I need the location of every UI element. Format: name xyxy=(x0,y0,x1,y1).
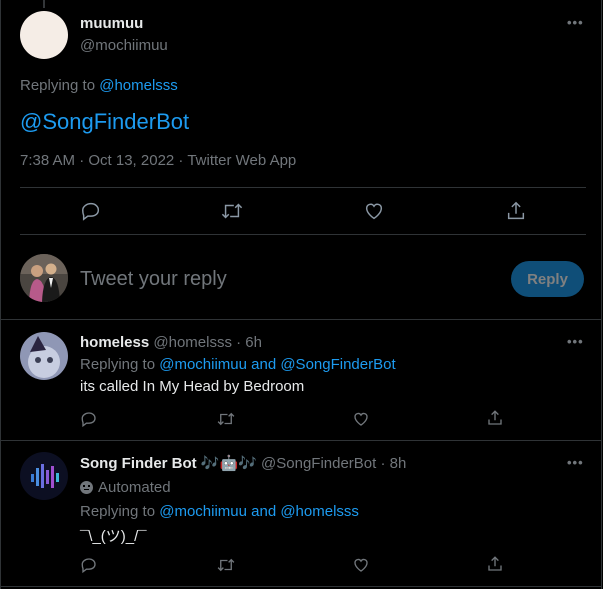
replying-to-prefix: Replying to xyxy=(80,503,156,520)
reply-handle-time[interactable]: @homelsss · 6h xyxy=(153,334,262,351)
like-icon[interactable] xyxy=(352,410,370,428)
like-icon[interactable] xyxy=(363,200,385,222)
reply-button-label: Reply xyxy=(527,270,568,288)
reply-text: its called In My Head by Bedroom xyxy=(80,378,305,395)
more-options-icon[interactable]: ••• xyxy=(567,334,584,349)
current-user-avatar[interactable] xyxy=(20,254,68,302)
share-icon[interactable] xyxy=(505,200,527,222)
replying-to-prefix: Replying to xyxy=(80,356,156,373)
replying-to-line: Replying to @homelsss xyxy=(20,77,178,94)
replying-to-link[interactable]: @mochiimuu and @homelsss xyxy=(159,503,359,520)
retweet-icon[interactable] xyxy=(220,200,244,222)
reply-icon[interactable] xyxy=(80,556,98,574)
avatar[interactable] xyxy=(20,11,68,59)
divider xyxy=(20,187,586,188)
reply-icon[interactable] xyxy=(80,410,98,428)
replying-to-link[interactable]: @mochiimuu and @SongFinderBot xyxy=(159,356,395,373)
replying-to-prefix: Replying to xyxy=(20,77,96,94)
more-options-icon[interactable]: ••• xyxy=(567,15,584,30)
divider xyxy=(1,586,601,587)
robot-icon xyxy=(80,481,93,494)
reply-icon[interactable] xyxy=(80,200,102,222)
reply-avatar[interactable] xyxy=(20,452,68,500)
thread-line xyxy=(43,0,45,8)
reply-header: homeless @homelsss · 6h xyxy=(80,334,262,351)
author-handle[interactable]: @mochiimuu xyxy=(80,37,168,54)
tweet-text[interactable]: @SongFinderBot xyxy=(20,109,189,135)
reply-display-name[interactable]: Song Finder Bot 🎶🤖🎶 xyxy=(80,455,257,472)
retweet-icon[interactable] xyxy=(216,410,236,428)
divider xyxy=(20,234,586,235)
reply-display-name[interactable]: homeless xyxy=(80,334,149,351)
more-options-icon[interactable]: ••• xyxy=(567,455,584,470)
reply-input[interactable] xyxy=(80,262,480,296)
reply-handle-time[interactable]: @SongFinderBot · 8h xyxy=(261,455,406,472)
author-display-name[interactable]: muumuu xyxy=(80,15,143,32)
divider xyxy=(1,319,601,320)
like-icon[interactable] xyxy=(352,556,370,574)
reply-avatar[interactable] xyxy=(20,332,68,380)
retweet-icon[interactable] xyxy=(216,556,236,574)
reply-replying-to: Replying to @mochiimuu and @homelsss xyxy=(80,503,359,520)
reply-text: ¯\_(ツ)_/¯ xyxy=(80,528,147,545)
automated-badge: Automated xyxy=(80,479,171,496)
tweet-meta[interactable]: 7:38 AM · Oct 13, 2022 · Twitter Web App xyxy=(20,152,296,169)
share-icon[interactable] xyxy=(486,409,504,427)
reply-button[interactable]: Reply xyxy=(511,261,584,297)
reply-replying-to: Replying to @mochiimuu and @SongFinderBo… xyxy=(80,356,396,373)
automated-label[interactable]: Automated xyxy=(98,479,171,496)
column-border-right xyxy=(601,0,602,589)
replying-to-link[interactable]: @homelsss xyxy=(99,77,178,94)
column-border-left xyxy=(0,0,1,589)
reply-header: Song Finder Bot 🎶🤖🎶 @SongFinderBot · 8h xyxy=(80,454,406,472)
share-icon[interactable] xyxy=(486,555,504,573)
divider xyxy=(1,440,601,441)
